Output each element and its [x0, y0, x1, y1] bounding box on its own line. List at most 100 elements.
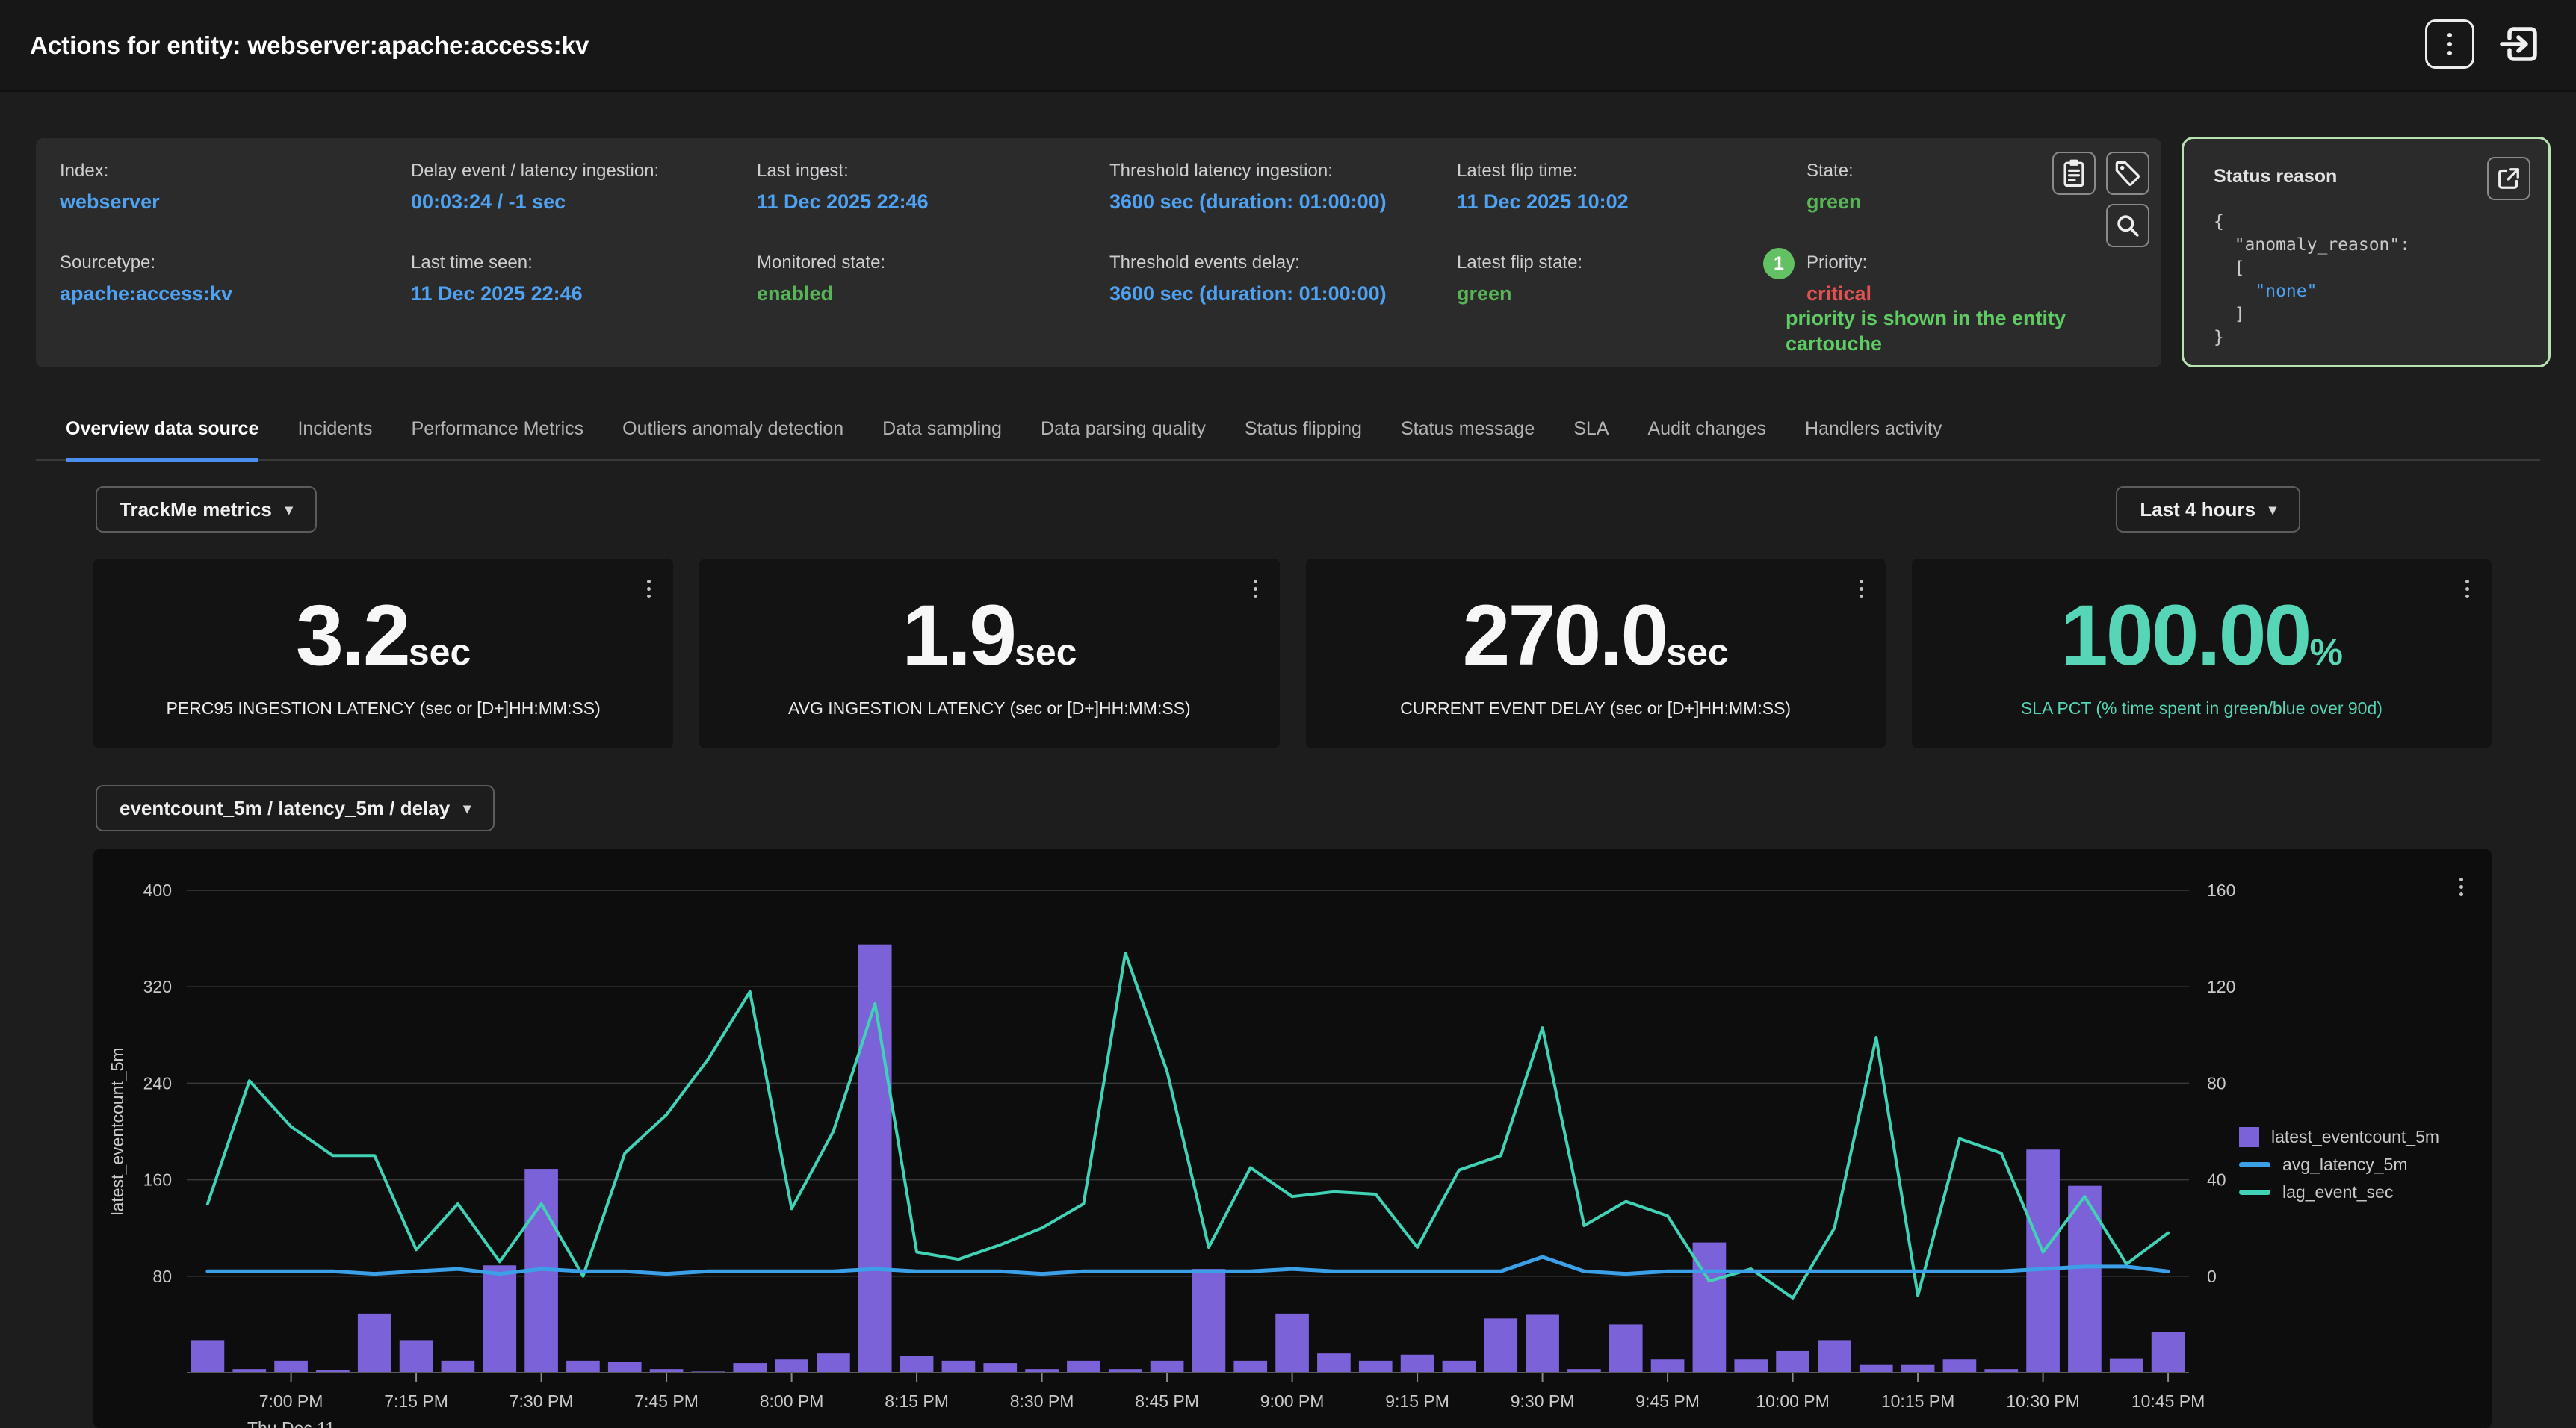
status-reason-json: { "anomaly_reason": [ "none" ] } — [2214, 211, 2410, 350]
card-menu-icon[interactable] — [1254, 580, 1257, 598]
priority-note: priority is shown in the entity cartouch… — [1786, 306, 2159, 357]
tab-performance-metrics[interactable]: Performance Metrics — [412, 418, 584, 462]
svg-text:10:00 PM: 10:00 PM — [1756, 1391, 1829, 1411]
kpi-card-avg-latency: 1.9sec AVG INGESTION LATENCY (sec or [D+… — [699, 559, 1279, 748]
svg-text:9:15 PM: 9:15 PM — [1385, 1391, 1449, 1411]
svg-text:160: 160 — [2207, 881, 2235, 900]
field-index: Index: webserver — [60, 161, 411, 252]
kpi-label: CURRENT EVENT DELAY (sec or [D+]HH:MM:SS… — [1400, 698, 1791, 718]
tab-audit-changes[interactable]: Audit changes — [1648, 418, 1766, 462]
field-delay-latency: Delay event / latency ingestion: 00:03:2… — [411, 161, 757, 252]
chart-menu-icon[interactable] — [2459, 878, 2463, 896]
tab-outliers-anomaly-detection[interactable]: Outliers anomaly detection — [622, 418, 843, 462]
app-header: Actions for entity: webserver:apache:acc… — [0, 0, 2576, 92]
svg-text:8:00 PM: 8:00 PM — [760, 1391, 824, 1411]
svg-text:80: 80 — [152, 1267, 172, 1286]
more-options-button[interactable] — [2425, 19, 2474, 69]
field-last-ingest: Last ingest: 11 Dec 2025 22:46 — [757, 161, 1109, 252]
tab-data-parsing-quality[interactable]: Data parsing quality — [1041, 418, 1206, 462]
priority-count-badge: 1 — [1763, 248, 1795, 279]
clipboard-button[interactable] — [2052, 152, 2096, 195]
kpi-cards: 3.2sec PERC95 INGESTION LATENCY (sec or … — [93, 559, 2492, 748]
entity-fields: Index: webserver Sourcetype: apache:acce… — [60, 161, 2034, 305]
svg-text:7:15 PM: 7:15 PM — [384, 1391, 448, 1411]
svg-text:8:45 PM: 8:45 PM — [1135, 1391, 1199, 1411]
kpi-unit: sec — [1666, 631, 1728, 673]
field-sourcetype: Sourcetype: apache:access:kv — [60, 252, 411, 305]
svg-text:320: 320 — [143, 977, 172, 996]
tab-status-message[interactable]: Status message — [1401, 418, 1535, 462]
svg-text:0: 0 — [2207, 1267, 2217, 1286]
svg-text:400: 400 — [143, 881, 172, 900]
time-range-dropdown[interactable]: Last 4 hours ▾ — [2116, 486, 2300, 533]
legend-item-lag-event[interactable]: lag_event_sec — [2239, 1182, 2439, 1202]
metrics-dropdown[interactable]: TrackMe metrics ▾ — [96, 486, 317, 533]
svg-text:160: 160 — [143, 1170, 172, 1190]
chevron-down-icon: ▾ — [285, 500, 293, 519]
chart-legend: latest_eventcount_5m avg_latency_5m lag_… — [2239, 1127, 2439, 1202]
chevron-down-icon: ▾ — [2269, 500, 2276, 519]
svg-text:40: 40 — [2207, 1170, 2226, 1190]
svg-text:7:45 PM: 7:45 PM — [634, 1391, 699, 1411]
timeseries-chart-panel: 80160240320400040801201607:00 PMThu Dec … — [93, 849, 2492, 1428]
field-priority: 1 Priority: critical priority is shown i… — [1806, 252, 2034, 305]
legend-item-eventcount[interactable]: latest_eventcount_5m — [2239, 1127, 2439, 1147]
tab-sla[interactable]: SLA — [1573, 418, 1609, 462]
field-last-time-seen: Last time seen: 11 Dec 2025 22:46 — [411, 252, 757, 305]
entity-panel-actions — [2037, 152, 2149, 256]
kpi-card-sla-pct: 100.00% SLA PCT (% time spent in green/b… — [1912, 559, 2492, 748]
field-monitored-state: Monitored state: enabled — [757, 252, 1109, 305]
header-actions — [2425, 19, 2545, 69]
kebab-icon — [2447, 33, 2452, 55]
field-latest-flip-state: Latest flip state: green — [1457, 252, 1806, 305]
entity-info-panel: Index: webserver Sourcetype: apache:acce… — [36, 138, 2161, 367]
tab-incidents[interactable]: Incidents — [297, 418, 372, 462]
chart-series-dropdown[interactable]: eventcount_5m / latency_5m / delay ▾ — [96, 785, 495, 831]
kpi-card-perc95-latency: 3.2sec PERC95 INGESTION LATENCY (sec or … — [93, 559, 673, 748]
tag-icon — [2111, 157, 2144, 190]
external-link-icon — [2493, 163, 2524, 194]
svg-text:7:00 PM: 7:00 PM — [259, 1391, 323, 1411]
kpi-label: PERC95 INGESTION LATENCY (sec or [D+]HH:… — [166, 698, 600, 718]
tab-status-flipping[interactable]: Status flipping — [1245, 418, 1362, 462]
svg-text:9:30 PM: 9:30 PM — [1511, 1391, 1575, 1411]
svg-text:240: 240 — [143, 1073, 172, 1093]
svg-text:10:30 PM: 10:30 PM — [2006, 1391, 2079, 1411]
svg-text:9:45 PM: 9:45 PM — [1635, 1391, 1700, 1411]
timeseries-chart[interactable]: 80160240320400040801201607:00 PMThu Dec … — [93, 849, 2492, 1428]
kpi-value: 100.00 — [2061, 588, 2310, 683]
tab-bar: Overview data source Incidents Performan… — [36, 418, 2540, 461]
tab-data-sampling[interactable]: Data sampling — [882, 418, 1002, 462]
status-reason-title: Status reason — [2214, 166, 2337, 187]
tab-handlers-activity[interactable]: Handlers activity — [1805, 418, 1942, 462]
chevron-down-icon: ▾ — [463, 799, 471, 818]
legend-item-avg-latency[interactable]: avg_latency_5m — [2239, 1155, 2439, 1175]
page: Actions for entity: webserver:apache:acc… — [0, 0, 2576, 1428]
kpi-label: AVG INGESTION LATENCY (sec or [D+]HH:MM:… — [788, 698, 1191, 718]
legend-swatch — [2239, 1162, 2270, 1167]
legend-swatch — [2239, 1190, 2270, 1195]
open-external-button[interactable] — [2487, 157, 2530, 200]
search-button[interactable] — [2106, 204, 2149, 247]
kpi-unit: % — [2310, 631, 2343, 673]
svg-text:8:15 PM: 8:15 PM — [885, 1391, 949, 1411]
card-menu-icon[interactable] — [647, 580, 651, 598]
tag-button[interactable] — [2106, 152, 2149, 195]
svg-text:latest_eventcount_5m: latest_eventcount_5m — [108, 1047, 127, 1215]
tab-overview-data-source[interactable]: Overview data source — [66, 418, 258, 462]
svg-text:9:00 PM: 9:00 PM — [1260, 1391, 1325, 1411]
legend-swatch — [2239, 1127, 2259, 1147]
svg-text:120: 120 — [2207, 977, 2235, 996]
field-state: State: green — [1806, 161, 2034, 252]
card-menu-icon[interactable] — [2465, 580, 2469, 598]
exit-button[interactable] — [2495, 19, 2545, 69]
status-reason-panel: Status reason { "anomaly_reason": [ "non… — [2182, 137, 2551, 367]
kpi-card-current-event-delay: 270.0sec CURRENT EVENT DELAY (sec or [D+… — [1306, 559, 1886, 748]
svg-text:Thu Dec 11: Thu Dec 11 — [247, 1418, 335, 1428]
card-menu-icon[interactable] — [1860, 580, 1863, 598]
kpi-value: 270.0 — [1463, 588, 1667, 683]
field-latest-flip-time: Latest flip time: 11 Dec 2025 10:02 — [1457, 161, 1806, 252]
field-threshold-events-delay: Threshold events delay: 3600 sec (durati… — [1109, 252, 1457, 305]
clipboard-icon — [2058, 157, 2090, 190]
svg-text:8:30 PM: 8:30 PM — [1010, 1391, 1074, 1411]
